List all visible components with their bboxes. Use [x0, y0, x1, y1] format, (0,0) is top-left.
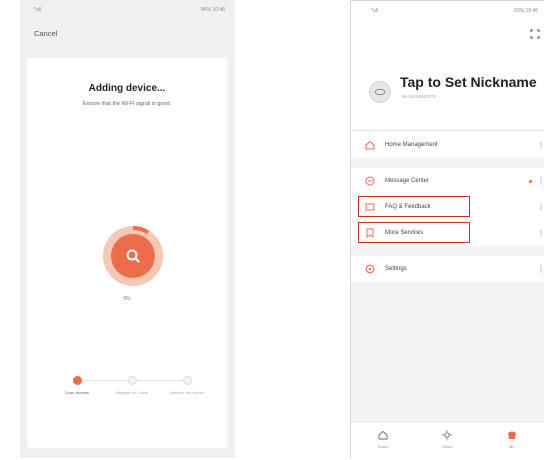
me-icon	[507, 431, 516, 439]
scan-icon[interactable]	[530, 29, 540, 41]
step-initialize-device: Initialize the device	[162, 376, 212, 395]
step-dot	[127, 376, 137, 385]
status-bar: *ull 84% 10:46	[20, 0, 235, 20]
adding-device-screen: *ull 84% 10:46 Cancel Adding device... E…	[20, 0, 235, 458]
chevron-right-icon	[540, 141, 542, 149]
progress-percent: 9%	[123, 296, 131, 302]
search-icon	[126, 249, 140, 263]
profile-header: *ull 83% 10:46 Tap to Set Nickname 86-18…	[351, 1, 544, 129]
battery-time: 83% 10:46	[514, 8, 538, 14]
menu-item-label: Settings	[385, 266, 407, 272]
chevron-right-icon	[540, 265, 542, 273]
step-label: Initialize the device	[170, 390, 204, 395]
highlight-box	[358, 222, 470, 243]
tab-label: Me	[509, 444, 515, 449]
chevron-right-icon	[540, 203, 542, 211]
tab-smart[interactable]: Smart	[415, 423, 479, 458]
step-dot	[182, 376, 192, 385]
unread-dot	[529, 180, 532, 183]
step-scan-devices: Scan devices	[52, 376, 102, 395]
menu-item-message-center[interactable]: Message Center	[351, 168, 544, 194]
battery-time: 84% 10:46	[201, 7, 225, 13]
signal-indicator: *ull	[34, 7, 41, 13]
cancel-button[interactable]: Cancel	[34, 29, 57, 38]
step-label: Scan devices	[65, 390, 89, 395]
menu-divider	[351, 158, 544, 168]
tab-label: Home	[377, 444, 389, 449]
chevron-right-icon	[540, 229, 542, 237]
step-label: Register on Cloud	[115, 390, 149, 395]
sun-icon	[442, 430, 452, 440]
menu-item-label: Home Management	[385, 142, 438, 148]
menu-item-label: Message Center	[385, 178, 430, 184]
highlight-box	[358, 196, 470, 217]
me-screen: *ull 83% 10:46 Tap to Set Nickname 86-18…	[350, 0, 544, 458]
tab-label: Smart	[442, 444, 453, 449]
me-menu: Home Management Message Center FAQ & Fee…	[351, 132, 544, 282]
menu-divider	[351, 246, 544, 256]
status-bar: *ull 83% 10:46	[351, 1, 544, 21]
menu-item-faq-feedback[interactable]: FAQ & Feedback	[351, 194, 544, 220]
step-register-cloud: Register on Cloud	[107, 376, 157, 395]
home-icon	[378, 430, 388, 440]
wifi-hint-text: Ensure that the Wi-Fi signal is good.	[82, 101, 172, 107]
avatar-glyph	[375, 89, 385, 95]
bottom-tab-bar: Home Smart Me	[351, 422, 544, 458]
page-title: Adding device...	[88, 83, 166, 94]
search-button	[111, 234, 155, 278]
gear-icon	[364, 264, 375, 275]
user-id: 86-18158852575	[402, 94, 437, 99]
avatar[interactable]	[369, 81, 391, 103]
message-icon	[364, 176, 375, 187]
adding-device-card: Adding device... Ensure that the Wi-Fi s…	[27, 58, 227, 448]
nickname-button[interactable]: Tap to Set Nickname	[400, 74, 537, 90]
menu-item-settings[interactable]: Settings	[351, 256, 544, 282]
tab-home[interactable]: Home	[351, 423, 415, 458]
tab-me[interactable]: Me	[480, 423, 544, 458]
progress-ring	[103, 226, 163, 286]
step-dot	[72, 376, 82, 385]
menu-item-more-services[interactable]: More Services	[351, 220, 544, 246]
signal-indicator: *ull	[371, 8, 378, 14]
progress-arc	[132, 226, 150, 235]
chevron-right-icon	[540, 177, 542, 185]
menu-item-home-management[interactable]: Home Management	[351, 132, 544, 158]
progress-steps: Scan devices Register on Cloud Initializ…	[62, 376, 204, 416]
house-icon	[364, 140, 375, 151]
